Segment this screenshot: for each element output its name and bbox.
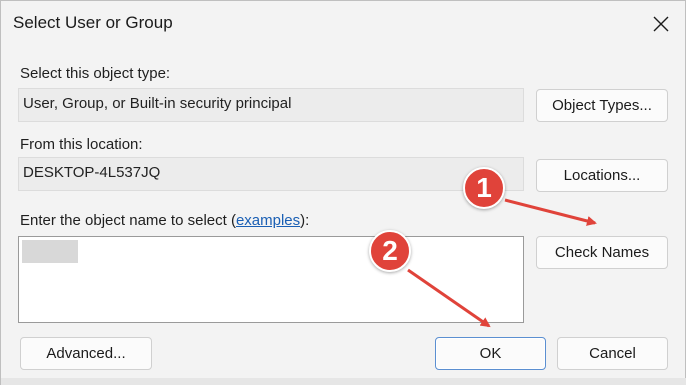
select-user-or-group-dialog: Select User or Group Select this object … xyxy=(0,0,686,385)
object-name-label-prefix: Enter the object name to select ( xyxy=(20,212,236,229)
dialog-title: Select User or Group xyxy=(13,13,173,32)
cancel-button[interactable]: Cancel xyxy=(557,337,668,370)
redacted-name-text xyxy=(22,240,78,263)
object-types-button[interactable]: Object Types... xyxy=(536,89,668,122)
close-button[interactable] xyxy=(641,5,681,43)
background-strip xyxy=(1,378,686,385)
close-icon xyxy=(653,16,669,32)
location-label: From this location: xyxy=(20,136,143,153)
title-bar: Select User or Group xyxy=(1,1,685,47)
object-name-label-suffix: ): xyxy=(300,212,310,229)
locations-button[interactable]: Locations... xyxy=(536,159,668,192)
object-name-input[interactable] xyxy=(18,236,524,323)
object-name-label: Enter the object name to select (example… xyxy=(20,212,309,229)
object-type-label: Select this object type: xyxy=(20,65,171,82)
examples-link[interactable]: examples xyxy=(236,212,300,229)
object-type-field: User, Group, or Built-in security princi… xyxy=(18,88,524,122)
advanced-button[interactable]: Advanced... xyxy=(20,337,152,370)
check-names-button[interactable]: Check Names xyxy=(536,236,668,269)
callout-badge-2: 2 xyxy=(369,230,411,272)
ok-button[interactable]: OK xyxy=(435,337,546,370)
location-field: DESKTOP-4L537JQ xyxy=(18,157,524,191)
callout-badge-1: 1 xyxy=(463,167,505,209)
